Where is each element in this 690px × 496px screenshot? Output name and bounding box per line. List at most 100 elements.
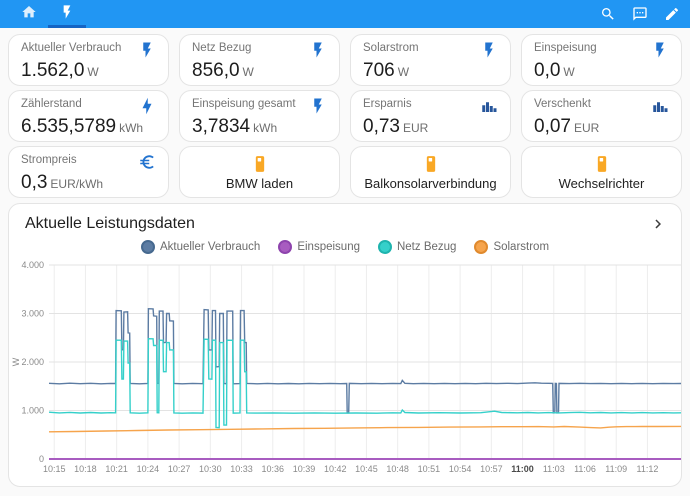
card-wechselrichter[interactable]: Wechselrichter — [521, 146, 682, 198]
tab-energy[interactable] — [48, 0, 86, 28]
svg-text:10:18: 10:18 — [74, 464, 97, 474]
card-header: Strompreis — [21, 154, 156, 171]
card-value: 1.562,0W — [21, 60, 156, 82]
card-header: Verschenkt — [534, 98, 669, 115]
sensor-value: 706 — [363, 60, 395, 81]
legend-item-aktueller-verbrauch[interactable]: Aktueller Verbrauch — [141, 240, 260, 254]
flash-icon — [309, 97, 327, 115]
card-header: Netz Bezug — [192, 42, 327, 59]
top-app-bar — [0, 0, 690, 28]
flash-icon — [309, 41, 327, 59]
legend-item-einspeisung[interactable]: Einspeisung — [278, 240, 360, 254]
sensor-value: 0,0 — [534, 60, 560, 81]
svg-text:10:24: 10:24 — [137, 464, 160, 474]
dashboard: Aktueller Verbrauch1.562,0WNetz Bezug856… — [0, 0, 690, 496]
card-title: Verschenkt — [534, 98, 591, 110]
sensor-value: 856,0 — [192, 60, 240, 81]
line-chart: 10:1510:1810:2110:2410:2710:3010:3310:36… — [9, 259, 682, 484]
legend-label: Solarstrom — [493, 241, 549, 253]
svg-text:10:48: 10:48 — [386, 464, 409, 474]
card-header: Ersparnis — [363, 98, 498, 115]
svg-text:1.000: 1.000 — [21, 406, 44, 416]
legend-color-dot — [278, 240, 292, 254]
svg-text:11:09: 11:09 — [605, 464, 627, 474]
tab-home[interactable] — [10, 0, 48, 28]
card-header: Einspeisung — [534, 42, 669, 59]
card-aktueller-verbrauch[interactable]: Aktueller Verbrauch 1.562,0W — [8, 34, 169, 86]
legend-color-dot — [141, 240, 155, 254]
legend-color-dot — [378, 240, 392, 254]
chart-area: 10:1510:1810:2110:2410:2710:3010:3310:36… — [9, 259, 681, 487]
flash-icon — [59, 4, 75, 25]
card-value: 3,7834kWh — [192, 116, 327, 138]
chart-legend: Aktueller Verbrauch Einspeisung Netz Bezug… — [9, 237, 681, 257]
card-value: 0,07EUR — [534, 116, 669, 138]
card-title: Einspeisung — [534, 42, 597, 54]
card-verschenkt[interactable]: Verschenkt 0,07EUR — [521, 90, 682, 142]
card-einspeisung-gesamt[interactable]: Einspeisung gesamt3,7834kWh — [179, 90, 340, 142]
card-balkonsolarverbindung[interactable]: Balkonsolarverbindung — [350, 146, 511, 198]
svg-text:11:12: 11:12 — [637, 464, 659, 474]
card-value: 6.535,5789kWh — [21, 116, 156, 138]
currency-eur-icon — [138, 153, 156, 171]
card-zahlerstand[interactable]: Zählerstand 6.535,5789kWh — [8, 90, 169, 142]
svg-text:10:33: 10:33 — [230, 464, 253, 474]
svg-text:10:42: 10:42 — [324, 464, 347, 474]
svg-text:4.000: 4.000 — [21, 260, 44, 270]
card-ersparnis[interactable]: Ersparnis0,73EUR — [350, 90, 511, 142]
sensor-value: 0,07 — [534, 116, 571, 137]
card-value: 0,3EUR/kWh — [21, 172, 156, 194]
card-header: Solarstrom — [363, 42, 498, 59]
card-value: 0,0W — [534, 60, 669, 82]
card-solarstrom[interactable]: Solarstrom 706W — [350, 34, 511, 86]
card-header: Aktueller Verbrauch — [21, 42, 156, 59]
button-label: BMW laden — [226, 176, 293, 191]
sensor-value: 6.535,5789 — [21, 116, 116, 137]
topbar-actions — [600, 6, 680, 22]
legend-label: Netz Bezug — [397, 241, 456, 253]
svg-text:11:00: 11:00 — [511, 464, 534, 474]
card-strompreis[interactable]: Strompreis0,3EUR/kWh — [8, 146, 169, 198]
chevron-right-icon[interactable] — [649, 215, 667, 233]
sensor-value: 3,7834 — [192, 116, 250, 137]
sensor-value: 0,73 — [363, 116, 400, 137]
svg-text:10:30: 10:30 — [199, 464, 222, 474]
card-title: Zählerstand — [21, 98, 82, 110]
legend-label: Einspeisung — [297, 241, 360, 253]
legend-color-dot — [474, 240, 488, 254]
chat-icon[interactable] — [632, 6, 648, 22]
card-value: 0,73EUR — [363, 116, 498, 138]
svg-text:10:39: 10:39 — [293, 464, 316, 474]
sensor-unit: EUR/kWh — [50, 177, 103, 191]
card-bmw-laden[interactable]: BMW laden — [179, 146, 340, 198]
sensor-value: 0,3 — [21, 172, 47, 193]
sensor-unit: W — [398, 65, 409, 79]
card-header: Zählerstand — [21, 98, 156, 115]
button-label: Balkonsolarverbindung — [364, 176, 496, 191]
section-header: Aktuelle Leistungsdaten — [9, 204, 681, 237]
sensor-unit: kWh — [253, 121, 277, 135]
sensor-unit: kWh — [119, 121, 143, 135]
sensor-unit: W — [243, 65, 254, 79]
power-data-card: Aktuelle Leistungsdaten Aktueller Verbra… — [8, 203, 682, 487]
legend-item-solarstrom[interactable]: Solarstrom — [474, 240, 549, 254]
search-icon[interactable] — [600, 6, 616, 22]
svg-text:10:57: 10:57 — [480, 464, 503, 474]
card-einspeisung[interactable]: Einspeisung 0,0W — [521, 34, 682, 86]
flash-icon — [138, 41, 156, 59]
sensor-value: 1.562,0 — [21, 60, 84, 81]
card-netz-bezug[interactable]: Netz Bezug856,0W — [179, 34, 340, 86]
legend-item-netz-bezug[interactable]: Netz Bezug — [378, 240, 456, 254]
card-title: Solarstrom — [363, 42, 419, 54]
card-title: Aktueller Verbrauch — [21, 42, 121, 54]
pencil-icon[interactable] — [664, 6, 680, 22]
sensor-unit: EUR — [574, 121, 599, 135]
svg-text:2.000: 2.000 — [21, 357, 44, 367]
power-plug-icon — [592, 154, 612, 174]
legend-label: Aktueller Verbrauch — [160, 241, 260, 253]
finance-icon — [651, 97, 669, 115]
flash-icon — [651, 41, 669, 59]
finance-icon — [480, 97, 498, 115]
card-header: Einspeisung gesamt — [192, 98, 327, 115]
view-tabs — [10, 0, 86, 28]
